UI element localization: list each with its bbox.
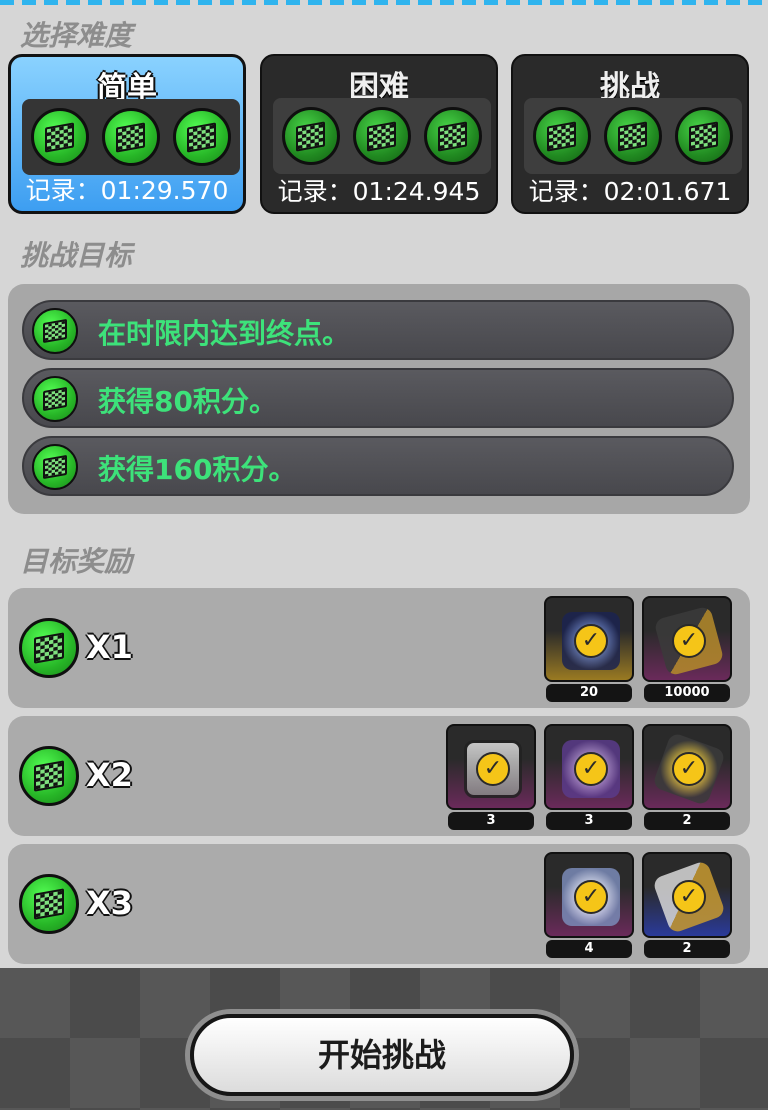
reward-quantity: 4 bbox=[546, 940, 632, 958]
reward-item-frame: ✓ bbox=[544, 724, 634, 810]
medal-tray bbox=[524, 98, 742, 174]
reward-tier-2: X2 ✓ 3 ✓ 3 ✓ 2 bbox=[8, 716, 750, 836]
objective-row: 在时限内达到终点。 bbox=[22, 300, 734, 360]
reward-item-frame: ✓ bbox=[642, 724, 732, 810]
difficulty-card-hard[interactable]: 困难 记录：01:24.945 bbox=[260, 54, 498, 214]
objectives-section-title: 挑战目标 bbox=[20, 239, 133, 272]
reward-quantity: 2 bbox=[644, 812, 730, 830]
checkered-flag-medal-icon bbox=[173, 108, 231, 166]
reward-item-frame: ✓ bbox=[642, 852, 732, 938]
checkered-flag-medal-icon bbox=[102, 108, 160, 166]
checkered-flag-medal-icon bbox=[282, 107, 340, 165]
difficulty-card-easy[interactable]: 简单 记录：01:29.570 bbox=[8, 54, 246, 214]
reward-item[interactable]: ✓ 3 bbox=[544, 724, 634, 832]
objective-row: 获得160积分。 bbox=[22, 436, 734, 496]
checkered-flag-medal-icon bbox=[533, 107, 591, 165]
checkered-flag-medal-icon bbox=[32, 444, 78, 490]
reward-tier-3: X3 ✓ 4 ✓ 2 bbox=[8, 844, 750, 964]
reward-tier-count: X1 bbox=[86, 628, 133, 666]
reward-quantity: 2 bbox=[644, 940, 730, 958]
reward-item[interactable]: ✓ 20 bbox=[544, 596, 634, 704]
check-icon: ✓ bbox=[574, 752, 608, 786]
check-icon: ✓ bbox=[672, 624, 706, 658]
checkered-flag-medal-icon bbox=[32, 376, 78, 422]
reward-tier-count: X2 bbox=[86, 756, 133, 794]
check-icon: ✓ bbox=[672, 880, 706, 914]
reward-quantity: 3 bbox=[546, 812, 632, 830]
check-icon: ✓ bbox=[672, 752, 706, 786]
start-challenge-button[interactable]: 开始挑战 bbox=[190, 1014, 574, 1096]
reward-quantity: 3 bbox=[448, 812, 534, 830]
reward-quantity: 10000 bbox=[644, 684, 730, 702]
difficulty-record: 记录：01:24.945 bbox=[277, 177, 481, 206]
check-icon: ✓ bbox=[476, 752, 510, 786]
checkered-flag-medal-icon bbox=[31, 108, 89, 166]
reward-item-frame: ✓ bbox=[544, 852, 634, 938]
checkered-flag-medal-icon bbox=[604, 107, 662, 165]
reward-item[interactable]: ✓ 10000 bbox=[642, 596, 732, 704]
difficulty-section-title: 选择难度 bbox=[20, 19, 133, 52]
objectives-panel: 在时限内达到终点。 获得80积分。 获得160积分。 bbox=[8, 284, 750, 514]
objective-text: 获得80积分。 bbox=[98, 385, 277, 418]
medal-tray bbox=[22, 99, 240, 175]
objective-text: 在时限内达到终点。 bbox=[98, 317, 351, 350]
difficulty-record: 记录：01:29.570 bbox=[25, 176, 229, 205]
checkered-flag-medal-icon bbox=[353, 107, 411, 165]
reward-item-frame: ✓ bbox=[446, 724, 536, 810]
checkered-flag-medal-icon bbox=[19, 618, 79, 678]
difficulty-selector: 简单 记录：01:29.570 困难 记录：01:24.945 挑战 记录：02… bbox=[8, 54, 750, 214]
checkered-flag-medal-icon bbox=[19, 874, 79, 934]
objective-text: 获得160积分。 bbox=[98, 453, 297, 486]
reward-item[interactable]: ✓ 4 bbox=[544, 852, 634, 960]
difficulty-card-challenge[interactable]: 挑战 记录：02:01.671 bbox=[511, 54, 749, 214]
reward-tier-1: X1 ✓ 20 ✓ 10000 bbox=[8, 588, 750, 708]
reward-tier-count: X3 bbox=[86, 884, 133, 922]
reward-quantity: 20 bbox=[546, 684, 632, 702]
checkered-flag-medal-icon bbox=[19, 746, 79, 806]
medal-tray bbox=[273, 98, 491, 174]
reward-item-frame: ✓ bbox=[544, 596, 634, 682]
checkered-flag-medal-icon bbox=[32, 308, 78, 354]
reward-item[interactable]: ✓ 3 bbox=[446, 724, 536, 832]
reward-item-frame: ✓ bbox=[642, 596, 732, 682]
check-icon: ✓ bbox=[574, 624, 608, 658]
objective-row: 获得80积分。 bbox=[22, 368, 734, 428]
check-icon: ✓ bbox=[574, 880, 608, 914]
reward-item[interactable]: ✓ 2 bbox=[642, 724, 732, 832]
difficulty-record: 记录：02:01.671 bbox=[528, 177, 732, 206]
checkered-flag-medal-icon bbox=[675, 107, 733, 165]
checkered-flag-medal-icon bbox=[424, 107, 482, 165]
rewards-section-title: 目标奖励 bbox=[20, 545, 133, 578]
reward-item[interactable]: ✓ 2 bbox=[642, 852, 732, 960]
top-stripe bbox=[0, 0, 768, 5]
